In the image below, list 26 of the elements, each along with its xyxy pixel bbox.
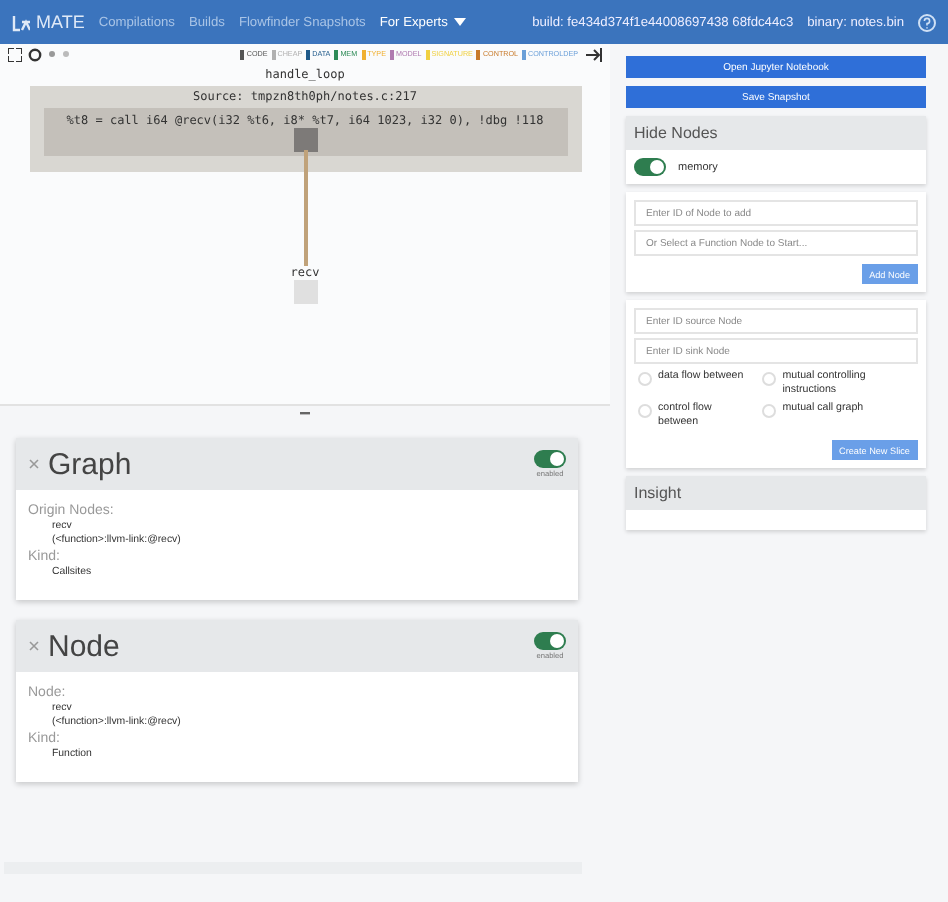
close-icon[interactable]: [28, 640, 40, 652]
node-port: [293, 128, 317, 152]
logo-icon: [12, 13, 30, 31]
dot-icon[interactable]: [62, 50, 70, 58]
toggle-switch[interactable]: [534, 632, 566, 650]
toggle-switch[interactable]: [634, 158, 666, 176]
collapse-panel-icon[interactable]: [586, 47, 602, 61]
callee-node[interactable]: [293, 280, 317, 304]
radio-button[interactable]: [762, 372, 777, 386]
radio-button[interactable]: [762, 404, 777, 418]
radio-button[interactable]: [638, 372, 652, 386]
card-title: Node: [48, 629, 122, 663]
circle-icon[interactable]: [28, 47, 42, 61]
caret-icon: [453, 18, 466, 26]
brand-logo: MATE: [12, 12, 85, 32]
card-title: Insight: [626, 476, 926, 510]
card-title: Hide Nodes: [626, 116, 926, 150]
radio-button[interactable]: [638, 404, 652, 418]
toggle-switch[interactable]: [534, 450, 566, 468]
card-title: Graph: [48, 447, 134, 481]
edge-line: [303, 150, 307, 266]
resize-handle-icon[interactable]: [300, 412, 310, 416]
close-icon[interactable]: [28, 458, 40, 470]
dot-icon[interactable]: [48, 50, 56, 58]
fit-screen-icon[interactable]: [8, 47, 22, 61]
help-icon: [918, 13, 936, 31]
